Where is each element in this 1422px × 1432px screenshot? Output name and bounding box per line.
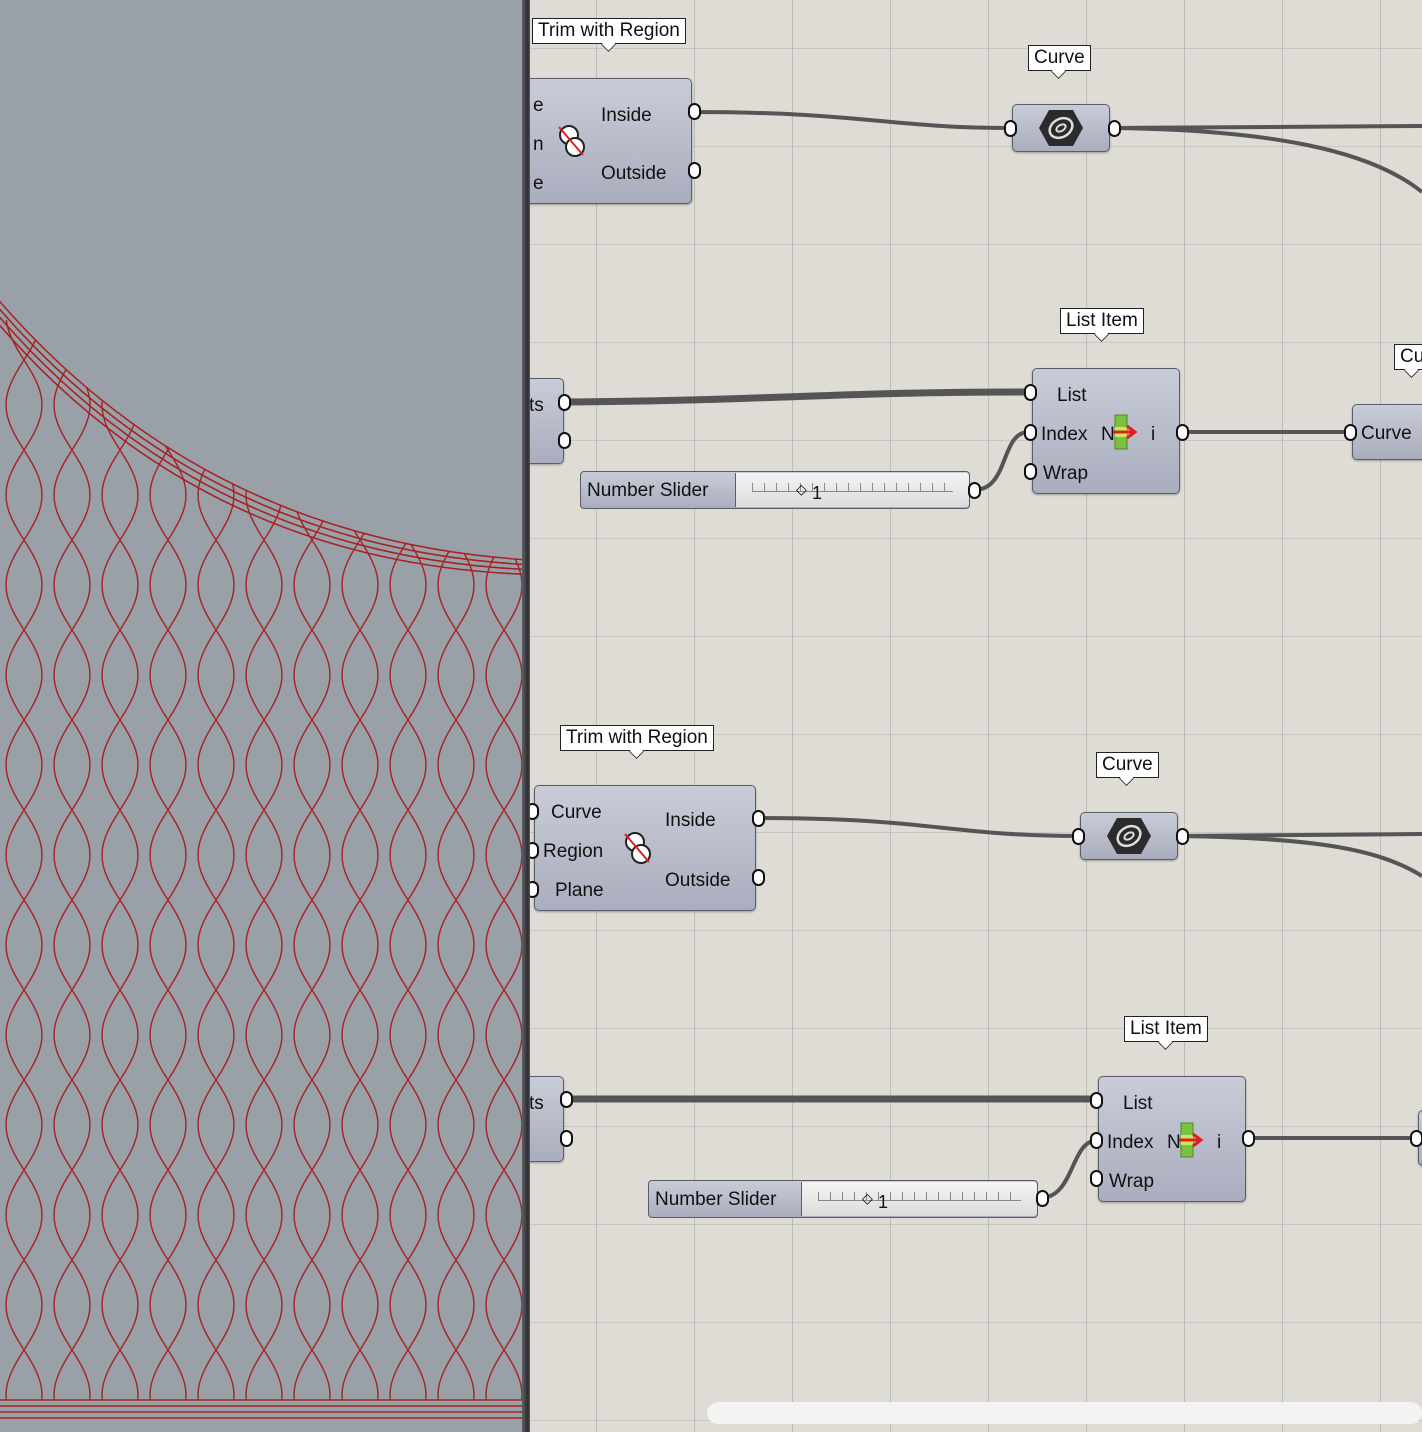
list1-input-index[interactable]: Index	[1041, 424, 1087, 446]
trim-region-icon	[558, 125, 585, 157]
trim1-input-2[interactable]: n	[533, 134, 544, 156]
curve-param-2-component[interactable]: Curve	[1352, 404, 1422, 460]
curve-2-param[interactable]	[1080, 812, 1178, 860]
slider2-grip-icon[interactable]: ◇	[862, 1190, 873, 1207]
slider1-output-port[interactable]	[968, 482, 981, 499]
trim-region-2-component[interactable]: Curve Region Plane Inside Outside	[534, 785, 756, 911]
curve2-input-port[interactable]	[1072, 828, 1085, 845]
curve-param-2-label: Curve	[1361, 423, 1412, 444]
trim2-input-plane[interactable]: Plane	[555, 880, 604, 902]
trim1-input-1[interactable]: e	[533, 95, 544, 117]
list-item-1-tag: List Item	[1060, 308, 1144, 334]
slider1-track[interactable]: ◇ 1	[735, 473, 969, 507]
slider1-name: Number Slider	[587, 480, 709, 501]
list1-output-i[interactable]: i	[1151, 424, 1155, 446]
slider2-value: 1	[878, 1192, 889, 1212]
curve-param-2-input-port[interactable]	[1344, 424, 1357, 441]
curve-1-param[interactable]	[1012, 104, 1110, 152]
trim2-inside-port[interactable]	[752, 810, 765, 827]
list-item-1-component[interactable]: List Index Wrap N i	[1032, 368, 1180, 494]
slider1-grip-icon[interactable]: ◇	[796, 481, 807, 498]
curve-param-icon	[1039, 110, 1083, 146]
list2-list-port[interactable]	[1090, 1092, 1103, 1109]
ts2-label: ts	[530, 1093, 544, 1114]
list1-list-port[interactable]	[1024, 384, 1037, 401]
trim1-input-3[interactable]: e	[533, 173, 544, 195]
slider1-value: 1	[812, 483, 823, 503]
ts1-output-port-2[interactable]	[558, 432, 571, 449]
list2-index-port[interactable]	[1090, 1132, 1103, 1149]
list1-output-port[interactable]	[1176, 424, 1189, 441]
list-item-2-component[interactable]: List Index Wrap N i	[1098, 1076, 1246, 1202]
trim1-output-inside[interactable]: Inside	[601, 105, 652, 127]
rhino-viewport[interactable]	[0, 0, 526, 1432]
trim2-output-outside[interactable]: Outside	[665, 870, 730, 892]
ts1-output-port-1[interactable]	[558, 394, 571, 411]
number-slider-1[interactable]: Number Slider ◇ 1	[580, 471, 970, 509]
list2-input-index[interactable]: Index	[1107, 1132, 1153, 1154]
curve1-output-port[interactable]	[1108, 120, 1121, 137]
list1-wrap-port[interactable]	[1024, 463, 1037, 480]
list2-output-port[interactable]	[1242, 1130, 1255, 1147]
curve-1-tag: Curve	[1028, 45, 1091, 71]
trim1-inside-port[interactable]	[688, 103, 701, 120]
trim2-curve-port[interactable]	[530, 803, 539, 820]
list2-input-list[interactable]: List	[1123, 1093, 1153, 1115]
list1-input-wrap[interactable]: Wrap	[1043, 463, 1088, 485]
trim-region-1-component[interactable]: e n e Inside Outside	[530, 78, 692, 204]
slider2-track[interactable]: ◇ 1	[801, 1182, 1037, 1216]
slider2-output-port[interactable]	[1036, 1190, 1049, 1207]
list2-output-i[interactable]: i	[1217, 1132, 1221, 1154]
list2-wrap-port[interactable]	[1090, 1170, 1103, 1187]
list-item-2-tag: List Item	[1124, 1016, 1208, 1042]
curve-pattern	[0, 0, 526, 1419]
curve-param-icon	[1107, 818, 1151, 854]
list1-input-list[interactable]: List	[1057, 385, 1087, 407]
slider1-ticks	[752, 483, 953, 492]
slider2-name: Number Slider	[655, 1189, 777, 1210]
trim-region-2-tag: Trim with Region	[560, 725, 714, 751]
source-component-2[interactable]: ts	[530, 1076, 564, 1162]
ts2-output-port-1[interactable]	[560, 1091, 573, 1108]
trim1-outside-port[interactable]	[688, 162, 701, 179]
curve1-input-port[interactable]	[1004, 120, 1017, 137]
list1-index-port[interactable]	[1024, 424, 1037, 441]
partial-component-input-port[interactable]	[1410, 1130, 1422, 1147]
list-item-icon	[1113, 414, 1138, 450]
ts2-output-port-2[interactable]	[560, 1130, 573, 1147]
ts1-label: ts	[530, 395, 544, 416]
curve2-output-port[interactable]	[1176, 828, 1189, 845]
trim-region-1-tag: Trim with Region	[532, 18, 686, 44]
trim-region-icon	[624, 832, 651, 864]
grasshopper-canvas[interactable]: Trim with Region e n e Inside Outside Cu…	[530, 0, 1422, 1432]
trim2-output-inside[interactable]: Inside	[665, 810, 716, 832]
trim2-input-region[interactable]: Region	[543, 841, 603, 863]
list2-input-wrap[interactable]: Wrap	[1109, 1171, 1154, 1193]
trim2-plane-port[interactable]	[530, 881, 539, 898]
viewport-background-mask	[0, 0, 526, 560]
slider2-ticks	[818, 1192, 1021, 1201]
trim1-output-outside[interactable]: Outside	[601, 163, 666, 185]
trim2-input-curve[interactable]: Curve	[551, 802, 602, 824]
trim2-outside-port[interactable]	[752, 869, 765, 886]
list-item-icon	[1179, 1122, 1204, 1158]
curve-param-2-tag: Cu	[1394, 344, 1422, 370]
source-component-1[interactable]: ts	[530, 378, 564, 464]
curve-2-tag: Curve	[1096, 752, 1159, 778]
trim2-region-port[interactable]	[530, 842, 539, 859]
number-slider-2[interactable]: Number Slider ◇ 1	[648, 1180, 1038, 1218]
horizontal-scrollbar[interactable]	[707, 1402, 1422, 1424]
